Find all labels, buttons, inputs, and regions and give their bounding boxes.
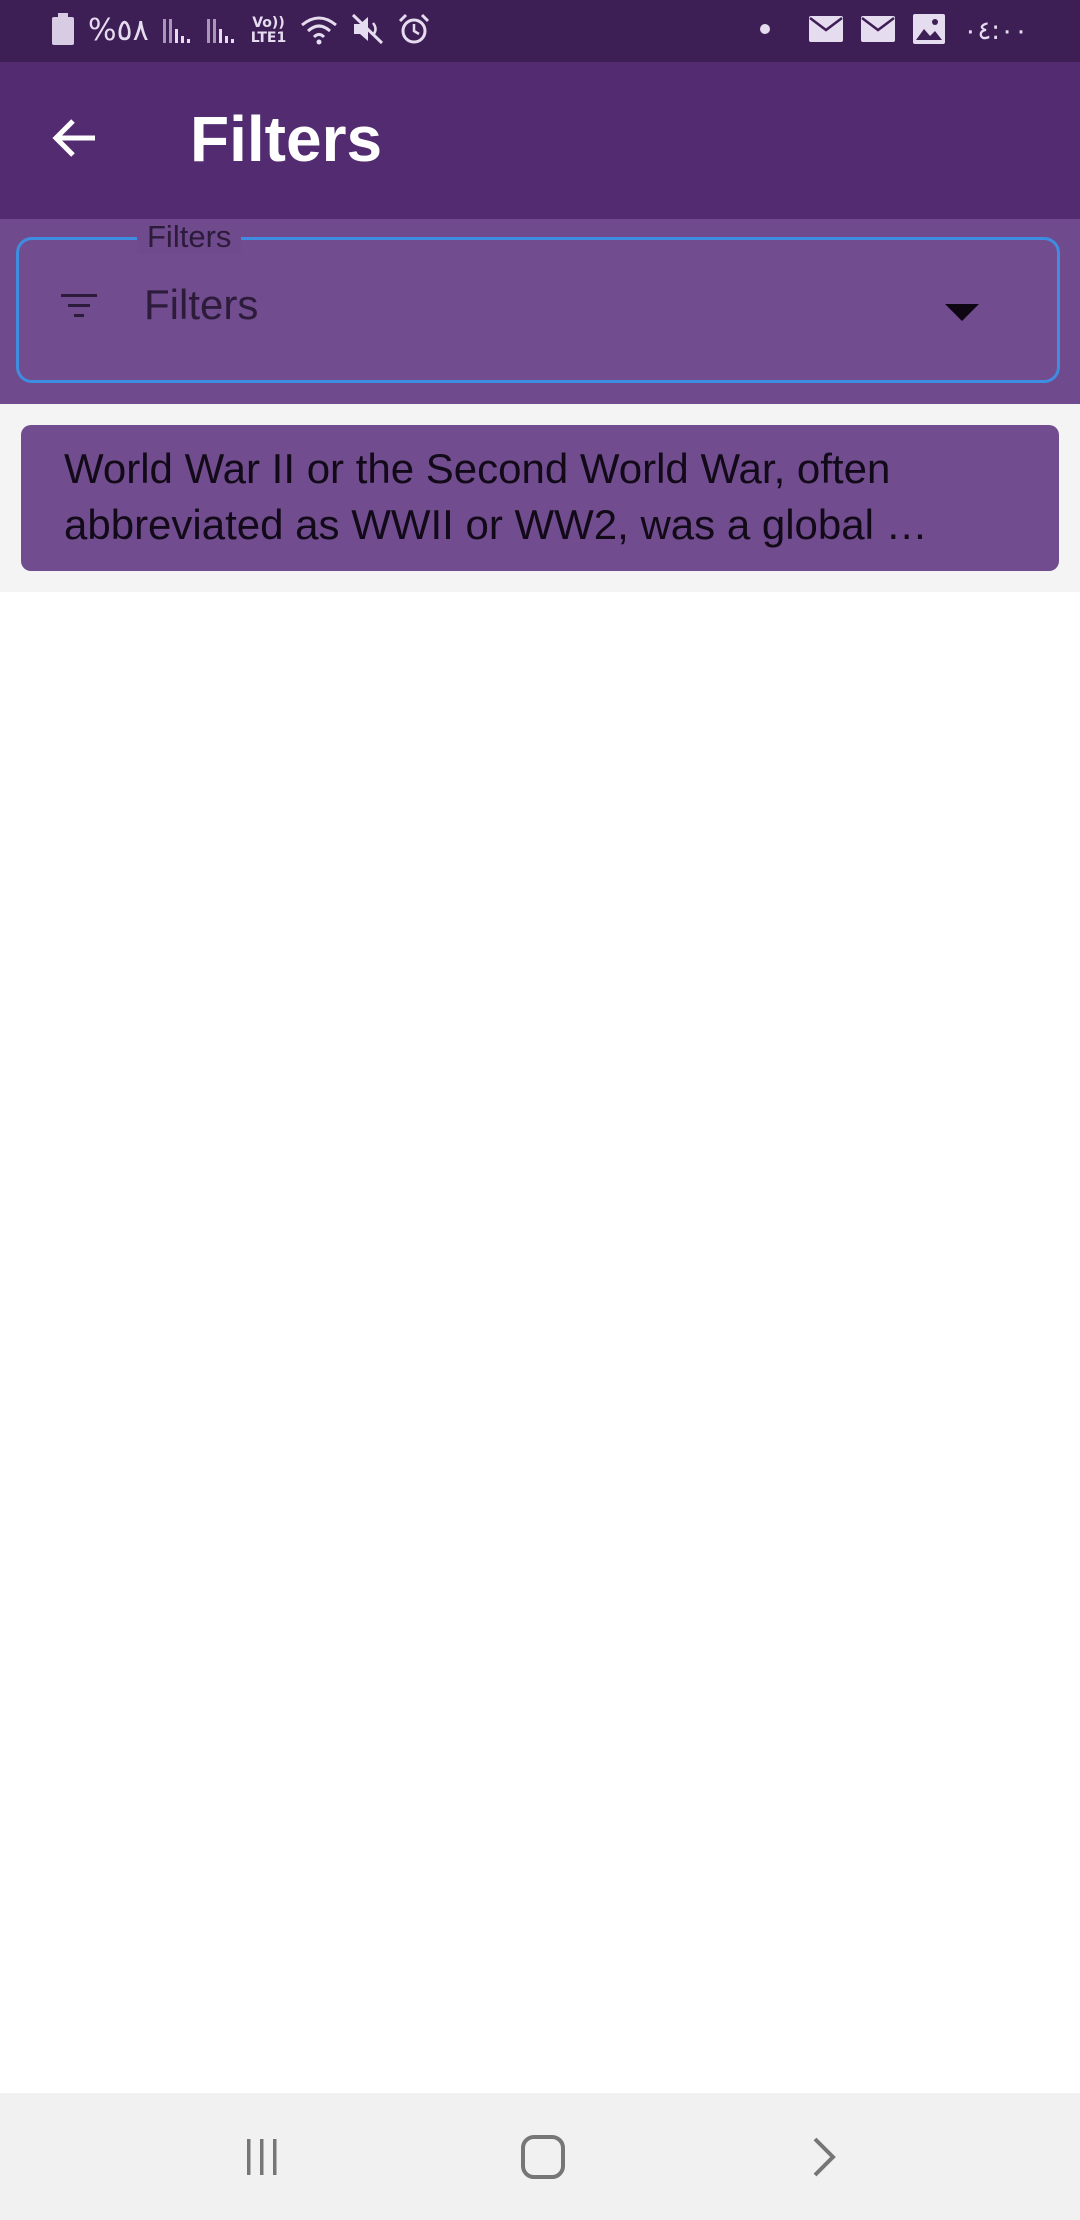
dropdown-arrow-icon xyxy=(945,304,979,321)
recent-apps-button[interactable] xyxy=(224,2121,300,2197)
back-button[interactable] xyxy=(36,102,112,178)
filter-section: Filters Filters xyxy=(0,219,1080,404)
status-bar-right: ٠٤:٠٠ xyxy=(759,10,1028,52)
lte-label: LTE1 xyxy=(250,30,287,46)
volte-lte-indicator: Vo)) LTE1 xyxy=(251,16,286,46)
alarm-icon xyxy=(398,13,430,50)
page-title: Filters xyxy=(190,103,383,175)
back-chevron-icon xyxy=(809,2136,839,2183)
system-nav-bar xyxy=(0,2093,1080,2220)
clock-time: ٠٤:٠٠ xyxy=(963,16,1028,46)
email-icon xyxy=(861,15,896,47)
status-bar-left: %٥٨ Vo)) LTE1 xyxy=(52,10,430,52)
image-icon xyxy=(913,13,946,49)
filter-selected-value: Filters xyxy=(144,281,259,328)
back-nav-button[interactable] xyxy=(786,2121,862,2197)
battery-percent: %٥٨ xyxy=(88,13,149,48)
list-item-text: World War II or the Second World War, of… xyxy=(64,445,928,548)
status-bar: %٥٨ Vo)) LTE1 ٠٤:٠٠ xyxy=(0,0,1080,62)
list-item[interactable]: World War II or the Second World War, of… xyxy=(21,425,1059,571)
filter-list-icon xyxy=(59,292,99,320)
volte-label: Vo)) xyxy=(252,15,285,31)
battery-icon xyxy=(52,12,74,50)
home-button[interactable] xyxy=(505,2121,581,2197)
results-list: World War II or the Second World War, of… xyxy=(0,404,1080,592)
filter-dropdown[interactable]: Filters Filters xyxy=(16,220,1060,383)
signal-icon xyxy=(162,15,193,48)
signal-icon xyxy=(206,15,237,48)
app-bar: Filters xyxy=(0,62,1080,219)
home-icon xyxy=(520,2134,566,2185)
email-icon xyxy=(809,15,844,47)
filter-field-label: Filters xyxy=(137,220,242,254)
mute-icon xyxy=(352,13,384,50)
arrow-left-icon xyxy=(51,118,97,163)
recent-apps-icon xyxy=(242,2137,282,2182)
dot-icon xyxy=(759,22,771,40)
wifi-icon xyxy=(300,13,338,50)
